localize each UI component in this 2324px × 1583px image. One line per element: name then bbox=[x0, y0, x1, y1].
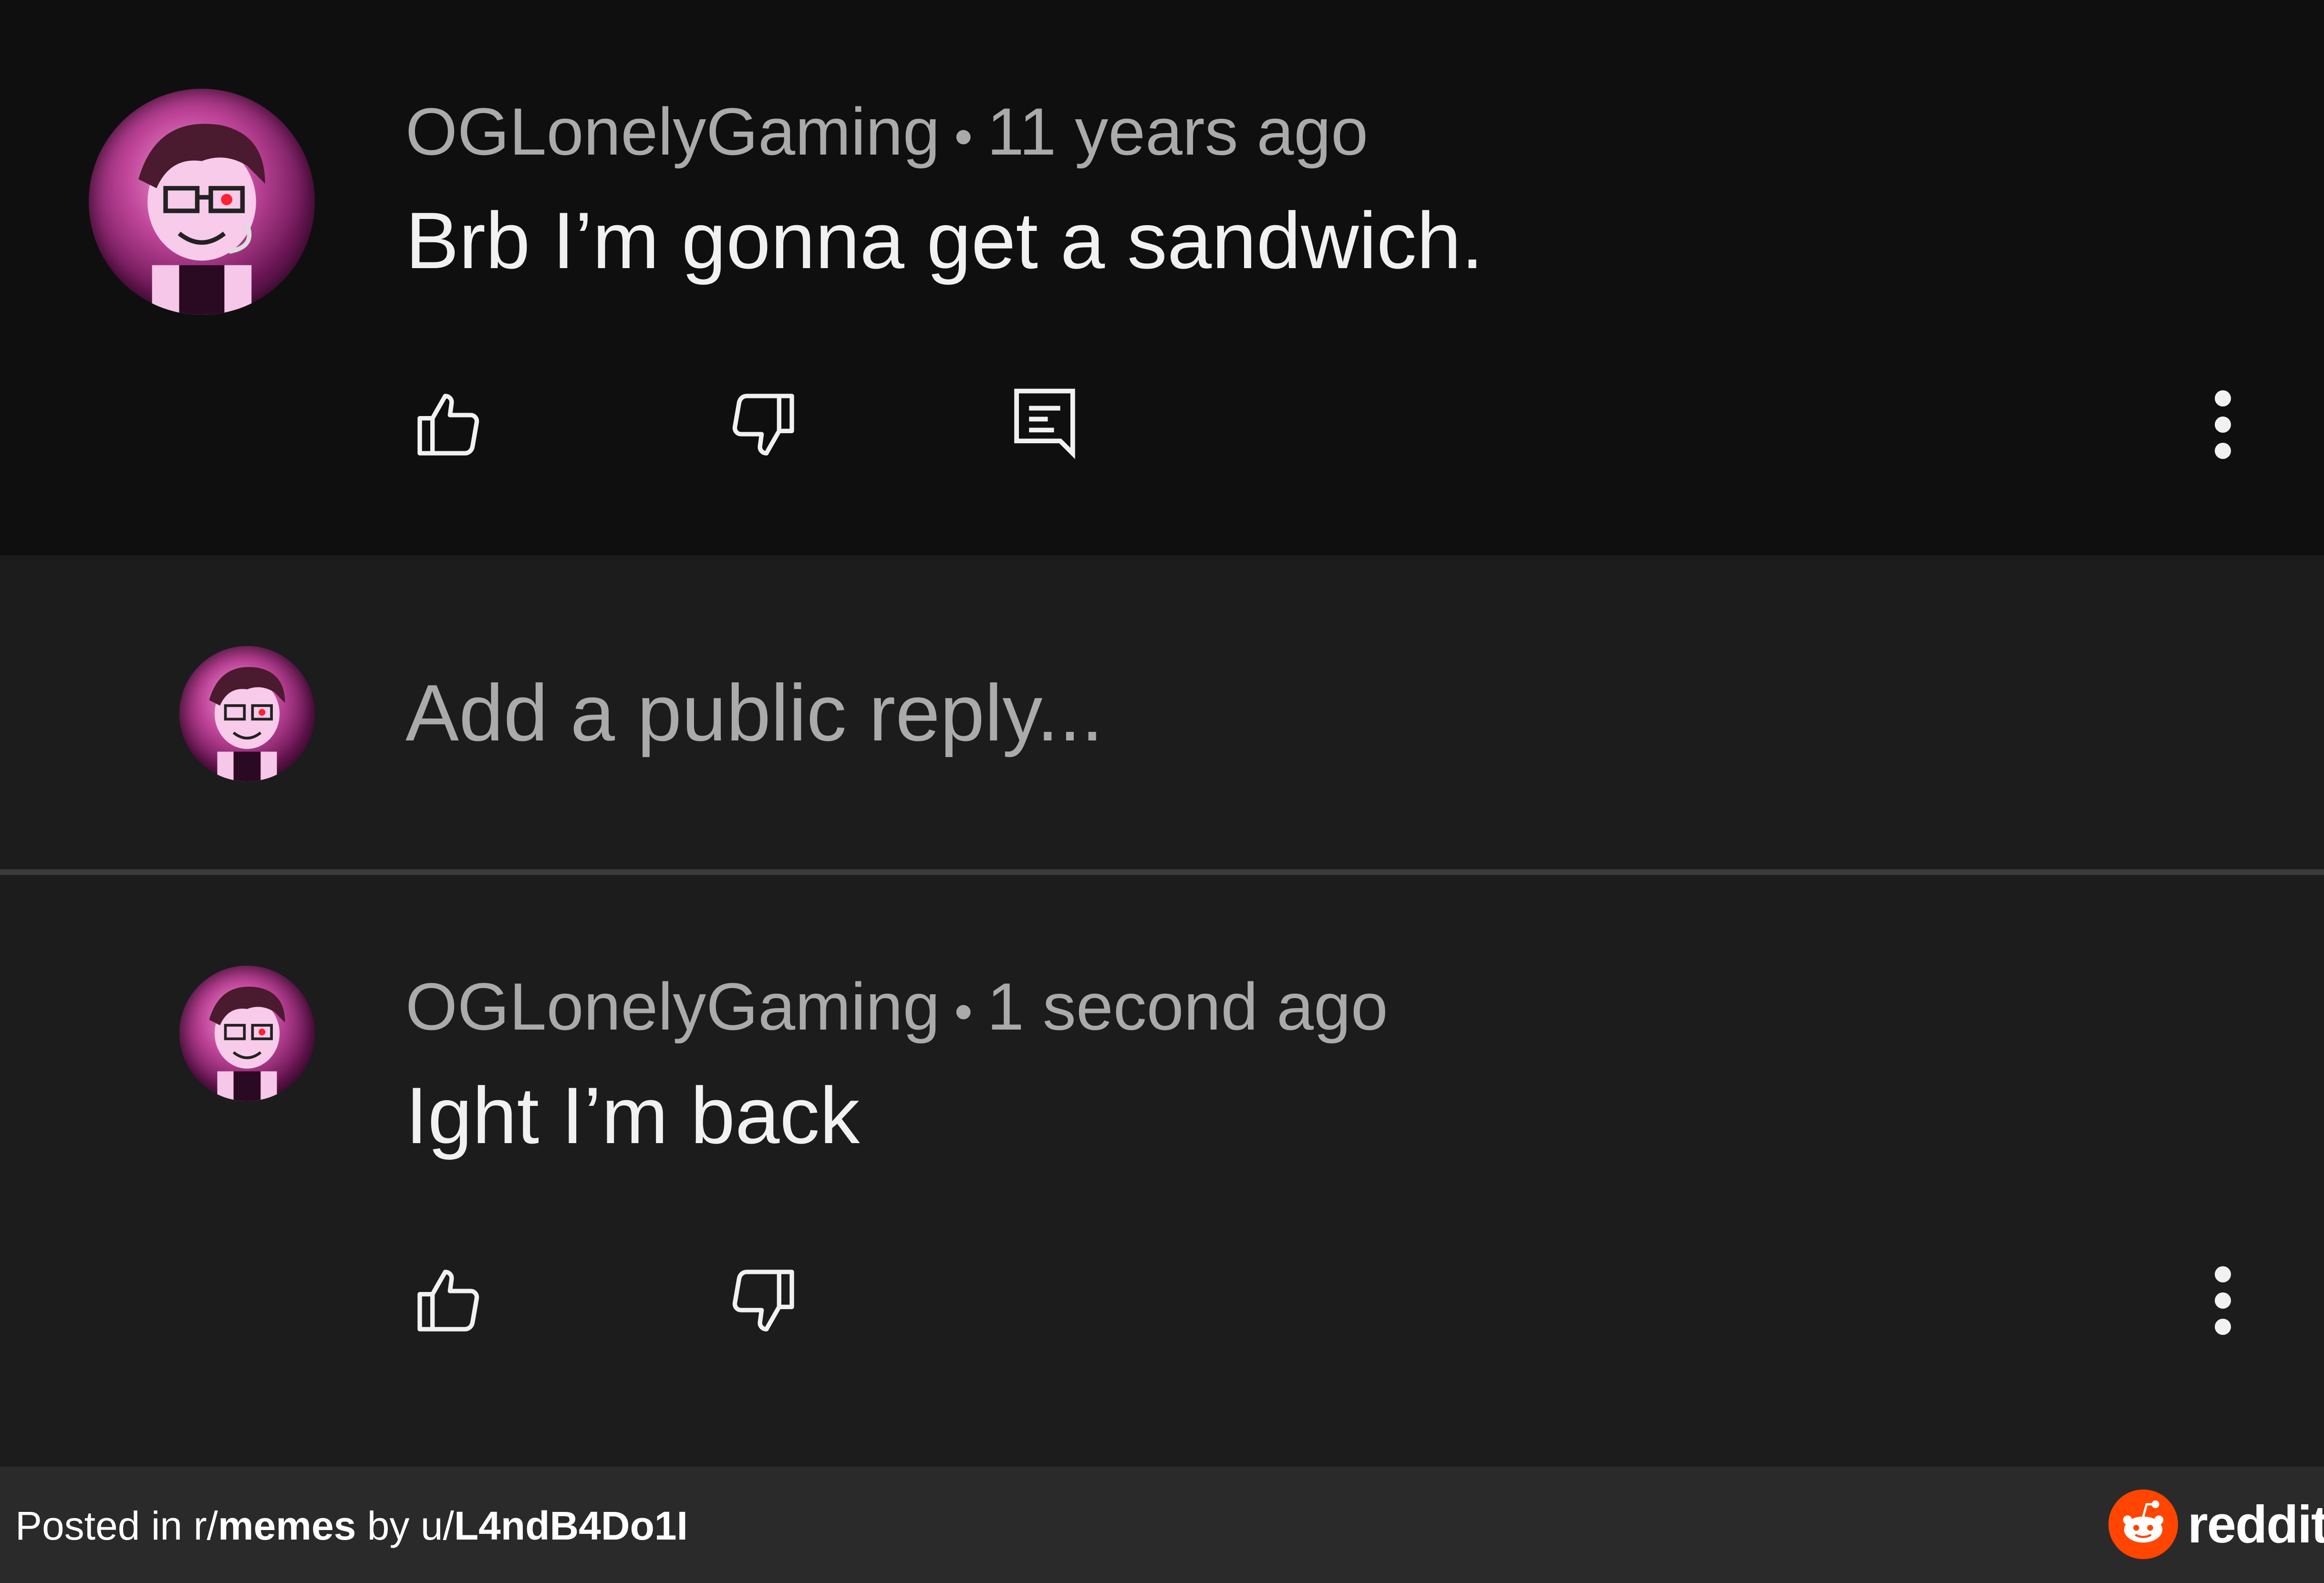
more-options-button[interactable] bbox=[2194, 382, 2251, 468]
current-user-avatar bbox=[179, 646, 315, 781]
like-button[interactable] bbox=[401, 382, 496, 468]
reply-input[interactable]: Add a public reply... bbox=[405, 673, 2218, 759]
reply-divider bbox=[0, 869, 2324, 875]
reply-comment-icon bbox=[1014, 388, 1075, 459]
avatar-image bbox=[209, 667, 285, 781]
thumbs-up-icon bbox=[417, 1270, 479, 1332]
comment-author[interactable]: OGLonelyGaming bbox=[405, 94, 940, 169]
dislike-button[interactable] bbox=[716, 1258, 811, 1343]
username-link[interactable]: L4ndB4Do1I bbox=[454, 1503, 688, 1548]
avatar[interactable] bbox=[89, 89, 315, 315]
comment-text: Ight I’m back bbox=[405, 1071, 860, 1160]
like-button[interactable] bbox=[401, 1258, 496, 1343]
comment-timestamp[interactable]: 1 second ago bbox=[987, 969, 1388, 1044]
comment-text: Brb I’m gonna get a sandwich. bbox=[405, 196, 1484, 285]
meta-separator: • bbox=[954, 982, 973, 1041]
reddit-brand[interactable]: reddit bbox=[2108, 1489, 2324, 1560]
meta-separator: • bbox=[954, 107, 973, 167]
dislike-button[interactable] bbox=[716, 382, 811, 468]
more-vertical-icon bbox=[2215, 1266, 2231, 1335]
reply-button[interactable] bbox=[997, 377, 1092, 468]
reddit-wordmark: reddit bbox=[2188, 1495, 2324, 1554]
thumbs-down-icon bbox=[732, 394, 794, 456]
reddit-logo-icon bbox=[2108, 1489, 2178, 1559]
avatar-image bbox=[138, 124, 265, 315]
by-label: by u/ bbox=[356, 1503, 454, 1548]
avatar[interactable] bbox=[179, 966, 315, 1101]
comment-author[interactable]: OGLonelyGaming bbox=[405, 969, 940, 1044]
more-vertical-icon bbox=[2215, 390, 2231, 459]
thumbs-up-icon bbox=[417, 394, 479, 456]
comment-timestamp[interactable]: 11 years ago bbox=[987, 94, 1368, 169]
avatar-image bbox=[209, 987, 285, 1101]
more-options-button[interactable] bbox=[2194, 1258, 2251, 1343]
comment-meta: OGLonelyGaming • 1 second ago bbox=[405, 973, 1388, 1040]
thumbs-down-icon bbox=[732, 1270, 794, 1332]
post-attribution: Posted in r/memes by u/L4ndB4Do1I bbox=[15, 1506, 688, 1546]
posted-in-label: Posted in r/ bbox=[15, 1503, 218, 1548]
reply-thread-section bbox=[0, 875, 2324, 1467]
subreddit-link[interactable]: memes bbox=[218, 1503, 356, 1548]
comment-meta: OGLonelyGaming • 11 years ago bbox=[405, 98, 1368, 165]
